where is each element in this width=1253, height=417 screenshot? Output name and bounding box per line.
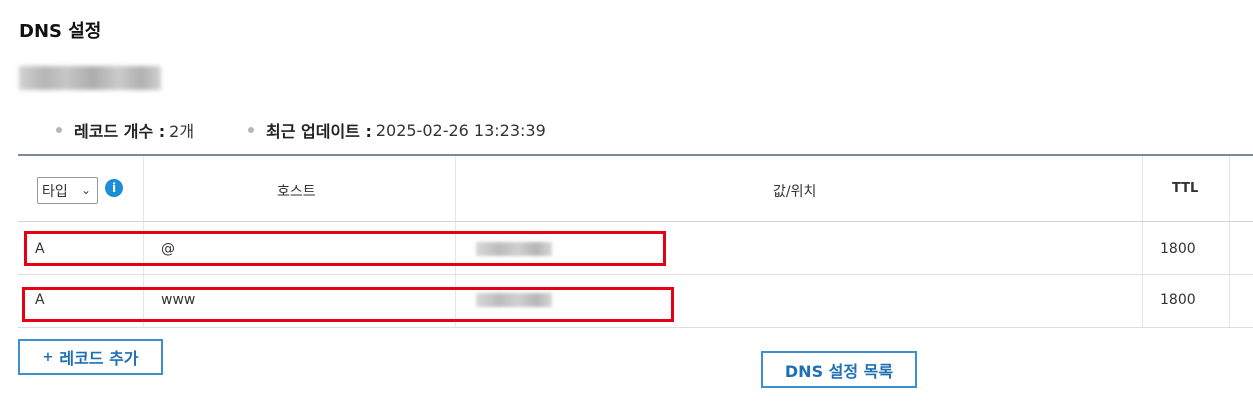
add-record-label: 레코드 추가 (59, 349, 139, 368)
chevron-down-icon: ⌄ (80, 183, 91, 197)
last-update-label: 최근 업데이트 : (266, 122, 372, 141)
header-ttl: TTL (1172, 181, 1199, 196)
dns-list-button[interactable]: DNS 설정 목록 (761, 351, 917, 388)
last-update-value: 2025-02-26 13:23:39 (375, 120, 546, 140)
record-count-value: 2개 (169, 122, 195, 141)
highlight-box (22, 287, 674, 322)
type-filter-select[interactable]: 타입 ⌄ (37, 177, 98, 204)
dns-list-label: DNS 설정 목록 (784, 361, 894, 381)
page-title: DNS 설정 (19, 21, 102, 42)
plus-icon: + (42, 349, 54, 365)
record-count-label: 레코드 개수 : (74, 122, 166, 141)
add-record-button[interactable]: + 레코드 추가 (18, 339, 163, 375)
bullet-icon (56, 127, 62, 133)
table-header: 타입 ⌄ i 호스트 값/위치 TTL (18, 156, 1253, 222)
row-ttl: 1800 (1160, 292, 1196, 308)
header-host: 호스트 (277, 184, 316, 200)
header-value: 값/위치 (773, 184, 817, 200)
last-update: 최근 업데이트 : 2025-02-26 13:23:39 (248, 118, 546, 142)
info-icon[interactable]: i (105, 179, 123, 197)
record-count: 레코드 개수 : 2개 (56, 118, 194, 142)
bullet-icon (248, 127, 254, 133)
type-filter-value: 타입 (42, 183, 68, 200)
highlight-box (24, 231, 666, 266)
domain-name-redacted (19, 66, 161, 90)
row-ttl: 1800 (1160, 241, 1196, 257)
